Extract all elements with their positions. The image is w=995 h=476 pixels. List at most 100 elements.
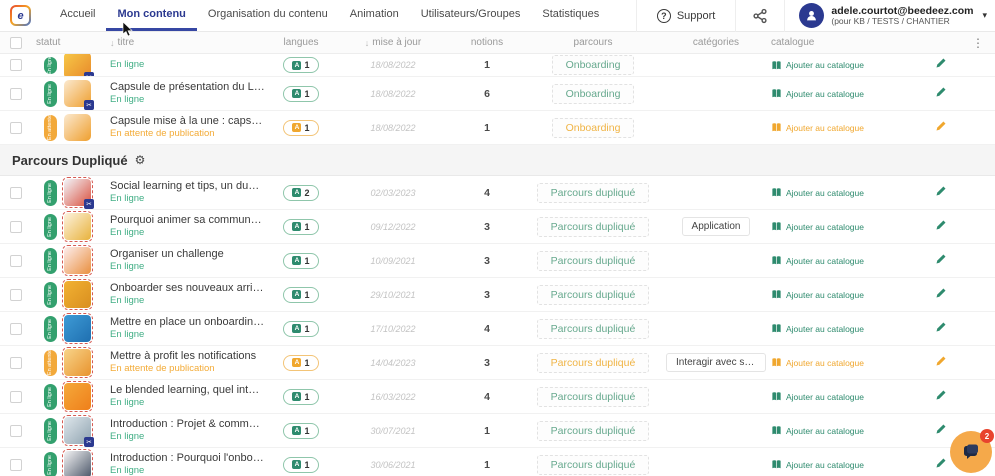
scissors-badge-icon: ✂ (84, 100, 94, 110)
table-row[interactable]: En ligne ✂ En ligne A 1 18/08/2022 1 Onb… (0, 54, 995, 77)
row-checkbox[interactable] (10, 187, 22, 199)
nav-item-accueil[interactable]: Accueil (49, 0, 106, 31)
edit-button[interactable] (935, 388, 947, 406)
table-row[interactable]: En ligne Pourquoi animer sa communauté d… (0, 210, 995, 244)
table-row[interactable]: En ligne Organiser un challenge En ligne… (0, 244, 995, 278)
column-mise-a-jour[interactable]: ↓ mise à jour (337, 37, 449, 48)
content-title[interactable]: Mettre en place un onboarding réussi (110, 316, 265, 330)
content-title[interactable]: Organiser un challenge (110, 248, 224, 262)
status-pill: En ligne (44, 452, 57, 476)
pencil-icon (935, 423, 947, 435)
languages-count: 1 (304, 123, 309, 133)
table-header: statut ↓ titre langues ↓ mise à jour not… (0, 32, 995, 54)
updated-date: 18/08/2022 (370, 89, 415, 99)
column-options-menu[interactable]: ⋮ (961, 36, 995, 50)
language-icon: A (292, 123, 301, 132)
content-title[interactable]: Capsule de présentation du Live (110, 81, 265, 95)
edit-button[interactable] (935, 184, 947, 202)
row-checkbox[interactable] (10, 221, 22, 233)
add-to-catalogue-button[interactable]: Ajouter au catalogue (771, 255, 864, 266)
account-menu[interactable]: adele.courtot@beedeez.com (pour KB / TES… (785, 3, 995, 28)
status-pill: En ligne (44, 180, 57, 206)
row-checkbox[interactable] (10, 391, 22, 403)
column-statut: statut (36, 37, 110, 48)
row-checkbox[interactable] (10, 323, 22, 335)
nav-item-mon-contenu[interactable]: Mon contenu (106, 0, 196, 31)
content-title[interactable]: Mettre à profit les notifications (110, 350, 256, 364)
notions-count: 3 (484, 221, 490, 233)
support-button[interactable]: ? Support (637, 9, 736, 23)
languages-badge: A 1 (283, 389, 318, 405)
row-checkbox[interactable] (10, 357, 22, 369)
notions-count: 4 (484, 391, 490, 403)
row-checkbox[interactable] (10, 255, 22, 267)
content-title[interactable]: Le blended learning, quel intérêt ? (110, 384, 265, 398)
add-to-catalogue-button[interactable]: Ajouter au catalogue (771, 221, 864, 232)
add-to-catalogue-button[interactable]: Ajouter au catalogue (771, 425, 864, 436)
gear-icon[interactable]: ⚙ (135, 154, 146, 166)
content-title[interactable]: Capsule mise à la une : capsule de prése… (110, 115, 265, 129)
parcours-tag: Parcours dupliqué (537, 183, 650, 203)
table-row[interactable]: En attente Mettre à profit les notificat… (0, 346, 995, 380)
row-checkbox[interactable] (10, 459, 22, 471)
add-to-catalogue-label: Ajouter au catalogue (786, 426, 864, 436)
section-title: Parcours Dupliqué (12, 153, 128, 168)
row-checkbox[interactable] (10, 59, 22, 71)
content-title[interactable]: Pourquoi animer sa communauté d'apprenan… (110, 214, 265, 228)
catalogue-book-icon (771, 289, 782, 300)
beedeez-logo-icon[interactable]: e (10, 5, 31, 26)
edit-button[interactable] (935, 286, 947, 304)
row-checkbox[interactable] (10, 289, 22, 301)
row-checkbox[interactable] (10, 88, 22, 100)
edit-button[interactable] (935, 218, 947, 236)
content-title[interactable]: Introduction : Projet & communication (110, 418, 265, 432)
chat-icon (961, 442, 981, 462)
add-to-catalogue-button[interactable]: Ajouter au catalogue (771, 459, 864, 470)
table-row[interactable]: En ligne ✂ Introduction : Projet & commu… (0, 414, 995, 448)
updated-date: 10/09/2021 (370, 256, 415, 266)
table-row[interactable]: En ligne Onboarder ses nouveaux arrivant… (0, 278, 995, 312)
share-button[interactable] (736, 8, 784, 24)
add-to-catalogue-button[interactable]: Ajouter au catalogue (771, 289, 864, 300)
account-email: adele.courtot@beedeez.com (831, 5, 973, 17)
add-to-catalogue-button[interactable]: Ajouter au catalogue (771, 187, 864, 198)
row-checkbox[interactable] (10, 122, 22, 134)
chat-launcher[interactable]: 2 (950, 431, 992, 473)
select-all-checkbox[interactable] (10, 37, 22, 49)
edit-button[interactable] (935, 252, 947, 270)
edit-button[interactable] (935, 354, 947, 372)
status-pill: En ligne (44, 384, 57, 410)
table-row[interactable]: En ligne Le blended learning, quel intér… (0, 380, 995, 414)
nav-item-utilisateurs-groupes[interactable]: Utilisateurs/Groupes (410, 0, 532, 31)
table-row[interactable]: En attente Capsule mise à la une : capsu… (0, 111, 995, 145)
add-to-catalogue-button[interactable]: Ajouter au catalogue (771, 88, 864, 99)
content-title[interactable]: Onboarder ses nouveaux arrivants (110, 282, 265, 296)
content-title[interactable]: Introduction : Pourquoi l'onboarding ? (110, 452, 265, 466)
nav-item-animation[interactable]: Animation (339, 0, 410, 31)
table-row[interactable]: En ligne Mettre en place un onboarding r… (0, 312, 995, 346)
nav-item-statistiques[interactable]: Statistiques (531, 0, 610, 31)
content-title[interactable]: Social learning et tips, un duo de choc (110, 180, 265, 194)
edit-button[interactable] (935, 119, 947, 137)
chevron-down-icon[interactable]: ▾ (982, 10, 987, 21)
add-to-catalogue-button[interactable]: Ajouter au catalogue (771, 60, 864, 71)
row-checkbox[interactable] (10, 425, 22, 437)
catalogue-book-icon (771, 425, 782, 436)
table-row[interactable]: En ligne ✂ Social learning et tips, un d… (0, 176, 995, 210)
content-status-text: En ligne (110, 94, 144, 106)
column-titre[interactable]: ↓ titre (110, 37, 265, 48)
edit-button[interactable] (935, 422, 947, 440)
table-row[interactable]: En ligne Introduction : Pourquoi l'onboa… (0, 448, 995, 476)
edit-button[interactable] (935, 456, 947, 474)
table-row[interactable]: En ligne ✂ Capsule de présentation du Li… (0, 77, 995, 111)
edit-button[interactable] (935, 56, 947, 74)
edit-button[interactable] (935, 85, 947, 103)
languages-badge: A 1 (283, 120, 318, 136)
nav-item-organisation-du-contenu[interactable]: Organisation du contenu (197, 0, 339, 31)
add-to-catalogue-button[interactable]: Ajouter au catalogue (771, 323, 864, 334)
edit-button[interactable] (935, 320, 947, 338)
add-to-catalogue-button[interactable]: Ajouter au catalogue (771, 122, 864, 133)
add-to-catalogue-button[interactable]: Ajouter au catalogue (771, 391, 864, 402)
catalogue-book-icon (771, 88, 782, 99)
add-to-catalogue-button[interactable]: Ajouter au catalogue (771, 357, 864, 368)
